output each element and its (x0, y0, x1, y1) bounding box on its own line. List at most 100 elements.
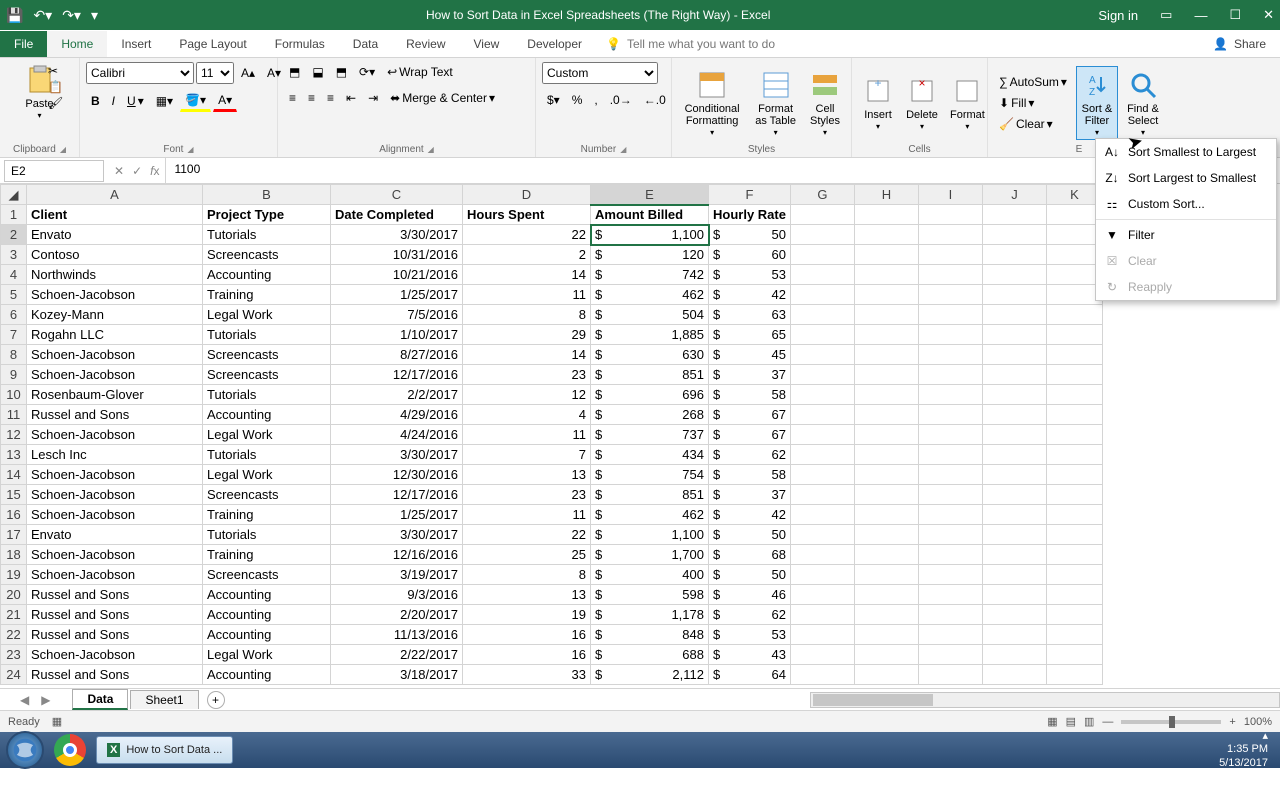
cell[interactable]: Legal Work (203, 425, 331, 445)
cell[interactable]: $ 42 (709, 285, 791, 305)
cell[interactable] (790, 605, 854, 625)
cell[interactable]: $ 1,100 (591, 525, 709, 545)
cell[interactable]: Date Completed (331, 205, 463, 225)
cell[interactable] (854, 405, 918, 425)
cell[interactable] (854, 205, 918, 225)
clipboard-dialog-icon[interactable]: ◢ (60, 145, 66, 154)
system-tray[interactable]: ▴ 1:35 PM 5/13/2017 (1219, 730, 1274, 770)
ribbon-display-icon[interactable]: ▭ (1160, 7, 1172, 23)
cell[interactable] (1046, 385, 1102, 405)
cell[interactable]: 16 (463, 625, 591, 645)
align-bottom-icon[interactable]: ⬒ (331, 62, 352, 82)
cell[interactable] (854, 485, 918, 505)
cell[interactable]: 11 (463, 505, 591, 525)
cell[interactable]: $ 43 (709, 645, 791, 665)
cell[interactable]: Schoen-Jacobson (27, 425, 203, 445)
column-header-J[interactable]: J (982, 185, 1046, 205)
cell[interactable]: $ 434 (591, 445, 709, 465)
cell[interactable]: Accounting (203, 405, 331, 425)
cell[interactable]: 22 (463, 225, 591, 245)
cell[interactable] (790, 625, 854, 645)
enter-formula-icon[interactable]: ✓ (132, 164, 142, 178)
cell[interactable] (982, 625, 1046, 645)
sheet-tab-data[interactable]: Data (72, 689, 128, 710)
cell[interactable] (982, 365, 1046, 385)
cell[interactable] (790, 365, 854, 385)
cell[interactable] (790, 665, 854, 685)
row-header[interactable]: 2 (1, 225, 27, 245)
cell[interactable]: Schoen-Jacobson (27, 645, 203, 665)
conditional-formatting-button[interactable]: Conditional Formatting▾ (678, 67, 746, 140)
cell[interactable]: $ 848 (591, 625, 709, 645)
cell[interactable] (854, 525, 918, 545)
undo-icon[interactable]: ↶▾ (33, 7, 52, 24)
cell[interactable]: 7/5/2016 (331, 305, 463, 325)
cell[interactable] (982, 245, 1046, 265)
cell[interactable]: $ 58 (709, 465, 791, 485)
column-header-C[interactable]: C (331, 185, 463, 205)
row-header[interactable]: 8 (1, 345, 27, 365)
row-header[interactable]: 21 (1, 605, 27, 625)
font-name-select[interactable]: Calibri (86, 62, 194, 84)
cell[interactable]: 4/24/2016 (331, 425, 463, 445)
cell[interactable] (1046, 605, 1102, 625)
cell[interactable]: Accounting (203, 605, 331, 625)
cell[interactable]: Envato (27, 525, 203, 545)
cell[interactable] (790, 325, 854, 345)
cell[interactable] (854, 605, 918, 625)
number-dialog-icon[interactable]: ◢ (620, 145, 626, 154)
cell[interactable] (854, 285, 918, 305)
cell[interactable]: 2/20/2017 (331, 605, 463, 625)
cell[interactable]: 10/21/2016 (331, 265, 463, 285)
cell[interactable] (982, 225, 1046, 245)
start-button[interactable] (6, 731, 44, 769)
cell[interactable]: Screencasts (203, 345, 331, 365)
column-header-B[interactable]: B (203, 185, 331, 205)
cell[interactable]: 19 (463, 605, 591, 625)
cell[interactable] (982, 445, 1046, 465)
cell[interactable] (854, 325, 918, 345)
cell[interactable] (1046, 545, 1102, 565)
alignment-dialog-icon[interactable]: ◢ (428, 145, 434, 154)
redo-icon[interactable]: ↷▾ (62, 7, 81, 24)
row-header[interactable]: 17 (1, 525, 27, 545)
horizontal-scrollbar[interactable] (810, 692, 1280, 708)
row-header[interactable]: 13 (1, 445, 27, 465)
cell[interactable] (790, 285, 854, 305)
cut-icon[interactable]: ✂ (48, 64, 63, 78)
cell[interactable]: $ 65 (709, 325, 791, 345)
cell[interactable] (790, 405, 854, 425)
cell[interactable] (982, 485, 1046, 505)
sheet-nav-next-icon[interactable]: ▶ (41, 693, 50, 707)
fill-button[interactable]: ⬇ Fill▾ (994, 93, 1072, 113)
cell[interactable] (918, 345, 982, 365)
cell[interactable]: $ 737 (591, 425, 709, 445)
wrap-text-button[interactable]: ↩ Wrap Text (382, 62, 458, 82)
cell[interactable] (1046, 665, 1102, 685)
column-header-D[interactable]: D (463, 185, 591, 205)
cell[interactable] (1046, 325, 1102, 345)
cell[interactable]: Hourly Rate (709, 205, 791, 225)
cell[interactable]: 2 (463, 245, 591, 265)
insert-cells-button[interactable]: +Insert▾ (858, 73, 898, 134)
cell[interactable] (790, 265, 854, 285)
row-header[interactable]: 11 (1, 405, 27, 425)
cell[interactable] (982, 605, 1046, 625)
cell[interactable]: Rosenbaum-Glover (27, 385, 203, 405)
cell[interactable]: 12/30/2016 (331, 465, 463, 485)
decrease-decimal-icon[interactable]: ←.0 (639, 90, 671, 110)
cell[interactable]: Tutorials (203, 385, 331, 405)
cell[interactable]: Contoso (27, 245, 203, 265)
row-header[interactable]: 3 (1, 245, 27, 265)
italic-button[interactable]: I (107, 91, 120, 111)
cell[interactable]: $ 63 (709, 305, 791, 325)
cell[interactable] (790, 525, 854, 545)
minimize-icon[interactable]: — (1194, 8, 1207, 23)
cell[interactable]: 9/3/2016 (331, 585, 463, 605)
currency-icon[interactable]: $▾ (542, 90, 565, 110)
cell[interactable] (1046, 525, 1102, 545)
increase-font-icon[interactable]: A▴ (236, 63, 260, 83)
cell[interactable]: Tutorials (203, 445, 331, 465)
cell[interactable]: $ 268 (591, 405, 709, 425)
cell[interactable]: 3/30/2017 (331, 525, 463, 545)
